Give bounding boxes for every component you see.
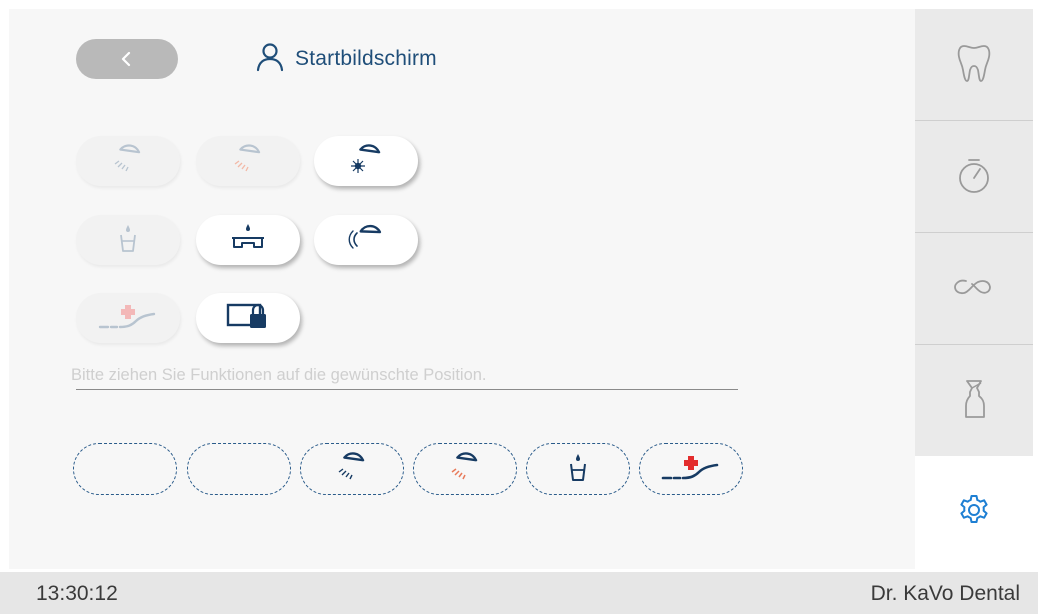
home-title[interactable]: Startbildschirm — [255, 41, 437, 77]
page-title: Startbildschirm — [295, 47, 437, 70]
slot-3[interactable] — [300, 443, 404, 495]
sidebar-item-dental[interactable] — [915, 9, 1033, 120]
status-bar: 13:30:12 Dr. KaVo Dental — [0, 572, 1038, 614]
sidebar-item-loop[interactable] — [915, 233, 1033, 344]
slot-5[interactable] — [526, 443, 630, 495]
back-button[interactable] — [76, 39, 178, 79]
function-cup-filler[interactable] — [76, 215, 180, 265]
operating-light-icon — [108, 142, 148, 180]
screen: Startbildschirm Bitte ziehen Sie Funktio… — [0, 0, 1038, 614]
function-light-dimmed[interactable] — [76, 136, 180, 186]
function-light-warm[interactable] — [196, 136, 300, 186]
slot-6[interactable] — [639, 443, 743, 495]
divider — [76, 389, 738, 390]
sidebar-item-timer[interactable] — [915, 121, 1033, 232]
sidebar — [915, 9, 1033, 569]
operating-light-warm-icon — [445, 450, 485, 488]
sidebar-item-hygiene[interactable] — [915, 345, 1033, 456]
bowl-rinse-icon — [226, 221, 270, 259]
loop-icon — [952, 275, 996, 303]
function-emergency-position[interactable] — [76, 293, 180, 343]
drag-hint: Bitte ziehen Sie Funktionen auf die gewü… — [71, 366, 487, 384]
clock: 13:30:12 — [36, 582, 118, 605]
operating-light-warm-icon — [228, 142, 268, 180]
function-screen-lock[interactable] — [196, 293, 300, 343]
chevron-left-icon — [120, 51, 134, 67]
cup-filler-icon — [113, 221, 143, 259]
function-light-composite[interactable] — [314, 136, 418, 186]
spray-bottle-icon — [959, 378, 989, 424]
user-name[interactable]: Dr. KaVo Dental — [871, 582, 1020, 606]
function-light-sensor[interactable] — [314, 215, 418, 265]
operating-light-icon — [332, 450, 372, 488]
stopwatch-icon — [955, 155, 993, 199]
user-icon — [255, 42, 285, 76]
operating-light-composite-icon — [344, 142, 388, 180]
function-bowl-rinse[interactable] — [196, 215, 300, 265]
cup-filler-icon — [563, 450, 593, 488]
slot-2[interactable] — [187, 443, 291, 495]
screen-lock-icon — [222, 299, 274, 337]
light-sensor-icon — [344, 221, 388, 259]
tooth-icon — [956, 42, 992, 88]
gear-icon — [956, 493, 992, 533]
emergency-chair-icon — [659, 450, 723, 488]
slot-4[interactable] — [413, 443, 517, 495]
main-panel: Startbildschirm Bitte ziehen Sie Funktio… — [9, 9, 915, 569]
sidebar-item-settings[interactable] — [915, 457, 1033, 569]
emergency-chair-icon — [96, 299, 160, 337]
slot-1[interactable] — [73, 443, 177, 495]
